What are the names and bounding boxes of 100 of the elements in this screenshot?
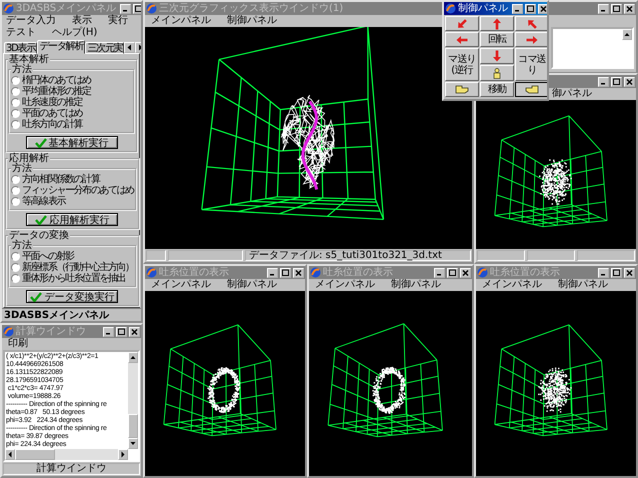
radio-label: 平面への射影 [22, 252, 74, 262]
rotate-up-left-button[interactable] [515, 16, 547, 31]
move-left-button[interactable] [445, 82, 479, 97]
radio-button[interactable] [11, 263, 20, 272]
menu-item[interactable]: メインパネル [149, 15, 213, 27]
menu-item[interactable]: テスト [4, 27, 38, 39]
minimize-icon[interactable] [434, 268, 445, 278]
minimize-icon[interactable] [267, 268, 278, 278]
menu-item[interactable]: メインパネル [313, 279, 377, 291]
radio-button[interactable] [11, 87, 20, 96]
menu-item[interactable]: データ入力 [4, 15, 58, 27]
close-icon[interactable] [624, 268, 635, 278]
window-title: 吐糸位置の表示 [490, 266, 560, 278]
radio-button[interactable] [11, 197, 20, 206]
radio-button[interactable] [11, 120, 20, 129]
radio-button[interactable] [11, 186, 20, 195]
radio-label: 重体形から吐糸位置を抽出 [22, 274, 126, 284]
app-icon [146, 267, 157, 278]
minimize-icon[interactable] [103, 326, 114, 336]
rotate-up-button[interactable] [480, 16, 514, 31]
rotate-down-left-button[interactable] [445, 16, 479, 31]
move-right-button[interactable] [515, 82, 547, 97]
output-text-area[interactable] [3, 350, 140, 462]
radio-button[interactable] [11, 274, 20, 283]
app-icon [3, 3, 14, 14]
app-icon [146, 3, 157, 14]
minimize-icon[interactable] [512, 4, 523, 14]
tab[interactable]: データ解析 [37, 40, 86, 54]
minimize-icon[interactable] [598, 76, 609, 86]
move-label-button[interactable]: 移動 [480, 82, 514, 97]
group-title: データの変換 [8, 231, 70, 241]
scroll-up-icon[interactable] [128, 352, 138, 363]
close-icon[interactable] [460, 268, 471, 278]
menu-item[interactable]: 表示 [70, 15, 94, 27]
scroll-left-icon[interactable] [124, 42, 136, 53]
maximize-icon[interactable] [447, 268, 458, 278]
rotate-label-button[interactable]: 回転 [480, 32, 514, 47]
status-text: データファイル: s5_tuti301to321_3d.txt [245, 250, 471, 261]
figure-button[interactable] [480, 65, 514, 81]
horizontal-scrollbar[interactable] [5, 449, 128, 460]
menu-item[interactable]: 御パネル [550, 88, 594, 100]
maximize-icon[interactable] [611, 76, 622, 86]
execute-button[interactable]: 応用解析実行 [26, 213, 118, 226]
tab[interactable]: 3D表示 [4, 42, 38, 54]
rotate-right-button[interactable] [515, 32, 547, 47]
rotate-left-button[interactable] [445, 32, 479, 47]
maximize-icon[interactable] [280, 268, 291, 278]
scroll-down-icon[interactable] [128, 438, 138, 449]
scrollbar-thumb[interactable] [128, 414, 138, 438]
window-title: 制御パネル [458, 2, 508, 14]
vertical-scrollbar[interactable] [128, 352, 138, 449]
radio-button[interactable] [11, 252, 20, 261]
group-title: 方法 [11, 164, 33, 174]
arrow-icon [491, 18, 503, 30]
menu-item[interactable]: 制御パネル [225, 279, 279, 291]
status-cell [477, 250, 525, 261]
menu-item[interactable]: 印刷 [6, 338, 30, 350]
menu-item[interactable]: 制御パネル [389, 279, 443, 291]
maximize-icon[interactable] [611, 268, 622, 278]
close-icon[interactable] [129, 326, 140, 336]
execute-button[interactable]: データ変換実行 [26, 290, 118, 303]
maximize-icon[interactable] [133, 4, 141, 14]
radio-button[interactable] [11, 175, 20, 184]
menu-item[interactable]: メインパネル [480, 279, 544, 291]
scroll-right-icon[interactable] [118, 449, 128, 460]
radio-button[interactable] [11, 98, 20, 107]
scroll-up-icon[interactable] [622, 29, 632, 40]
figure-icon [493, 68, 501, 78]
close-icon[interactable] [293, 268, 304, 278]
frame-back-button[interactable]: マ送り(逆行 [445, 48, 479, 81]
arrow-icon [526, 18, 538, 30]
maximize-icon[interactable] [611, 4, 622, 14]
close-icon[interactable] [624, 4, 635, 14]
rotate-down-button[interactable] [480, 48, 514, 64]
arrow-icon [456, 34, 468, 46]
frame-forward-button[interactable]: コマ送り [515, 48, 547, 81]
status-cell [577, 250, 635, 261]
maximize-icon[interactable] [525, 4, 536, 14]
radio-button[interactable] [11, 109, 20, 118]
scroll-left-icon[interactable] [5, 449, 15, 460]
checkmark-icon [30, 292, 42, 302]
tab[interactable]: 三次元実 [85, 42, 124, 54]
minimize-icon[interactable] [598, 4, 609, 14]
menu-item[interactable]: 制御パネル [225, 15, 279, 27]
arrow-icon [491, 50, 503, 62]
execute-button[interactable]: 基本解析実行 [26, 136, 118, 149]
menu-item[interactable]: 制御パネル [556, 279, 610, 291]
app-icon [477, 267, 488, 278]
close-icon[interactable] [538, 4, 547, 14]
menu-item[interactable]: ヘルプ(H) [50, 27, 100, 39]
scrollbar-thumb[interactable] [15, 449, 55, 460]
maximize-icon[interactable] [116, 326, 127, 336]
close-icon[interactable] [624, 76, 635, 86]
group-title: 応用解析 [8, 154, 50, 164]
menu-item[interactable]: 実行 [106, 15, 130, 27]
minimize-icon[interactable] [598, 268, 609, 278]
minimize-icon[interactable] [120, 4, 132, 14]
menu-item[interactable]: メインパネル [149, 279, 213, 291]
radio-label: 楕円体のあてはめ [22, 76, 91, 86]
radio-button[interactable] [11, 76, 20, 85]
